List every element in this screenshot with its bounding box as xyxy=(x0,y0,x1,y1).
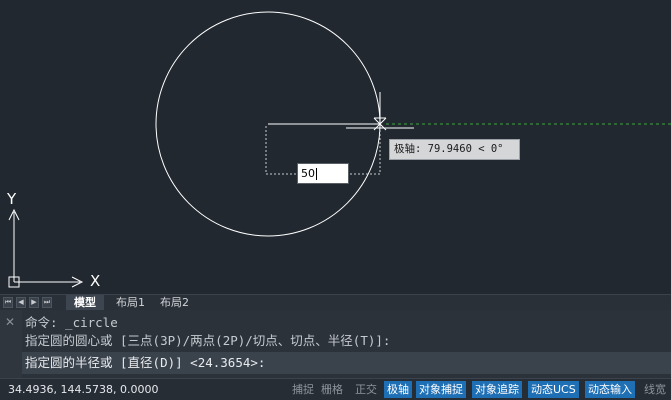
tab-layout2[interactable]: 布局2 xyxy=(152,295,197,310)
tab-model[interactable]: 模型 xyxy=(66,295,104,310)
tab-layout1[interactable]: 布局1 xyxy=(108,295,153,310)
dyn-toggle[interactable]: 动态输入 xyxy=(585,381,635,398)
ducs-toggle[interactable]: 动态UCS xyxy=(528,381,579,398)
polar-toggle[interactable]: 极轴 xyxy=(384,381,412,398)
ucs-y-label: Y xyxy=(7,190,17,208)
ucs-icon xyxy=(8,208,84,288)
osnap-toggle[interactable]: 对象捕捉 xyxy=(416,381,466,398)
drawing-svg xyxy=(8,11,671,288)
layout-tabs-bar: ⏮ ◀ ▶ ⏭ 模型 布局1 布局2 xyxy=(0,294,671,310)
ucs-x-label: X xyxy=(90,272,101,290)
prev-tab-icon[interactable]: ◀ xyxy=(16,297,26,308)
last-tab-icon[interactable]: ⏭ xyxy=(42,297,52,308)
command-window: ✕ 命令: _circle 指定圆的圆心或 [三点(3P)/两点(2P)/切点、… xyxy=(0,310,671,378)
grid-toggle[interactable]: 栅格 xyxy=(318,381,346,398)
drawing-canvas[interactable]: Y X 极轴: 79.9460 < 0° 50 xyxy=(0,0,671,294)
command-history-line: 指定圆的圆心或 [三点(3P)/两点(2P)/切点、切点、半径(T)]: xyxy=(25,333,391,348)
text-caret xyxy=(316,167,317,180)
dynamic-input-field[interactable]: 50 xyxy=(297,163,349,184)
status-bar: 34.4936, 144.5738, 0.0000 捕捉 栅格 正交 极轴 对象… xyxy=(0,378,671,400)
ortho-toggle[interactable]: 正交 xyxy=(352,381,380,398)
close-icon[interactable]: ✕ xyxy=(5,316,17,328)
command-prompt: 指定圆的半径或 [直径(D)] <24.3654>: xyxy=(25,355,266,370)
command-history-line: 命令: _circle xyxy=(25,315,118,330)
command-input[interactable]: 指定圆的半径或 [直径(D)] <24.3654>: xyxy=(22,352,671,374)
first-tab-icon[interactable]: ⏮ xyxy=(3,297,13,308)
snap-toggle[interactable]: 捕捉 xyxy=(289,381,317,398)
next-tab-icon[interactable]: ▶ xyxy=(29,297,39,308)
cad-window: Y X 极轴: 79.9460 < 0° 50 ⏮ ◀ ▶ ⏭ 模型 布局1 布… xyxy=(0,0,671,400)
polar-tooltip: 极轴: 79.9460 < 0° xyxy=(389,139,520,160)
otrack-toggle[interactable]: 对象追踪 xyxy=(472,381,522,398)
coordinates-readout: 34.4936, 144.5738, 0.0000 xyxy=(8,383,159,396)
lineweight-toggle[interactable]: 线宽 xyxy=(641,381,669,398)
dynamic-input-value: 50 xyxy=(301,167,315,180)
